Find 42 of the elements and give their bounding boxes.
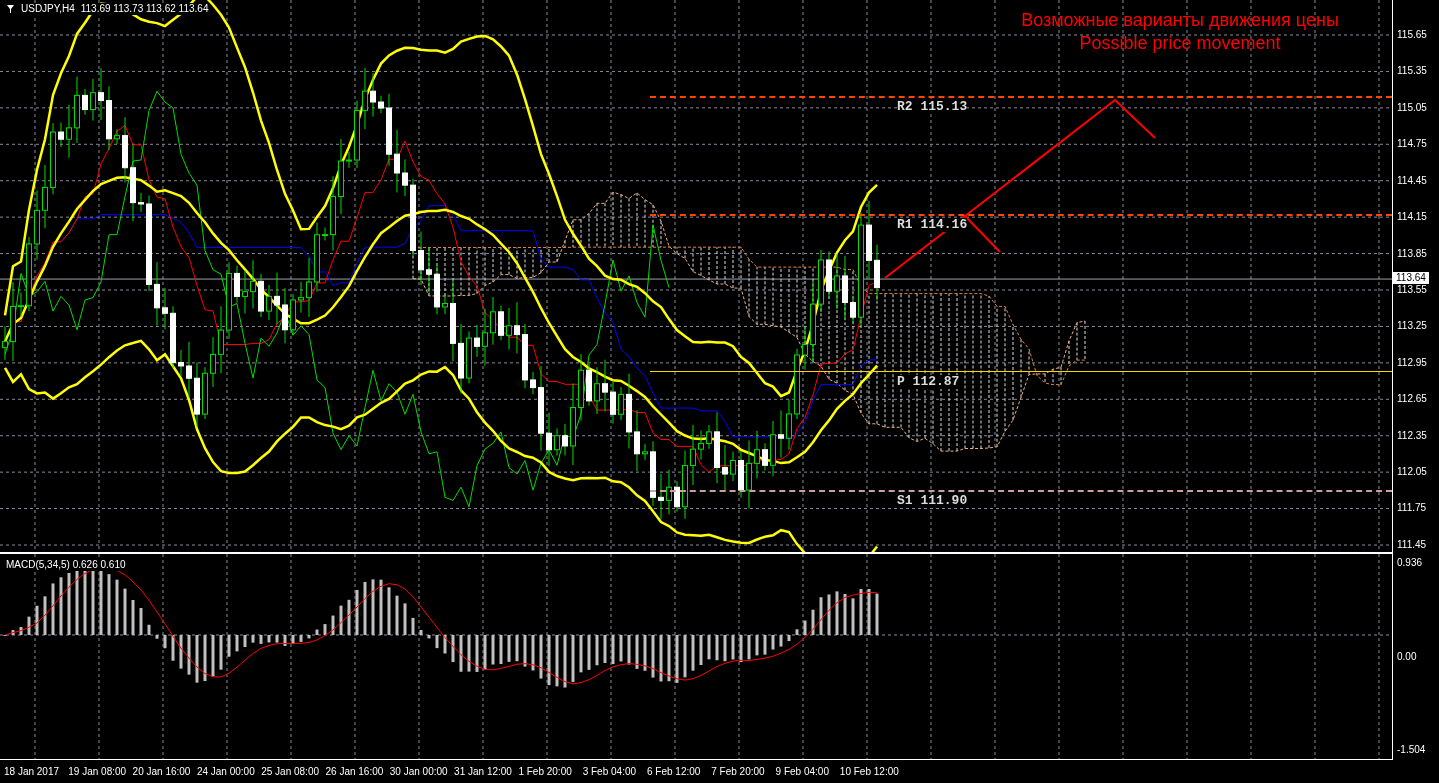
price-label: 112.05	[1397, 466, 1428, 479]
time-label: 7 Feb 20:00	[711, 766, 766, 777]
forecast-title: Возможные варианты движения цены	[1021, 9, 1339, 32]
price-label: 113.25	[1397, 320, 1428, 333]
time-label: 20 Jan 16:00	[132, 766, 192, 777]
price-label: 114.75	[1397, 138, 1428, 151]
time-label: 24 Jan 00:00	[196, 766, 256, 777]
time-label: 18 Jan 2017	[4, 766, 61, 777]
time-label: 30 Jan 00:00	[389, 766, 449, 777]
price-label: 111.75	[1397, 502, 1428, 515]
time-label: 10 Feb 12:00	[839, 766, 900, 777]
price-label: 111.45	[1397, 538, 1428, 551]
price-label: 114.15	[1397, 211, 1428, 224]
price-label: 112.95	[1397, 356, 1428, 369]
symbol-label: USDJPY,H4	[21, 3, 75, 15]
price-label: 115.05	[1397, 101, 1428, 114]
price-label: 115.65	[1397, 29, 1428, 41]
time-label: 25 Jan 08:00	[261, 766, 320, 777]
time-label: 26 Jan 16:00	[325, 766, 385, 777]
macd-axis-label: 0.00	[1397, 650, 1418, 663]
price-label: 112.35	[1397, 429, 1428, 442]
level-label: R2 115.13	[897, 100, 968, 114]
price-label: 114.45	[1397, 174, 1428, 187]
price-label: 113.55	[1397, 283, 1428, 296]
price-label: 112.65	[1397, 393, 1428, 406]
macd-axis-label: -1.504	[1397, 744, 1427, 756]
current-price-label: 113.64	[1393, 272, 1429, 284]
time-label: 1 Feb 20:00	[518, 766, 573, 777]
time-label: 19 Jan 08:00	[68, 766, 128, 777]
ohlc-values: 113.69 113.73 113.62 113.64	[80, 3, 209, 15]
level-label: S1 111.90	[897, 494, 968, 508]
level-label: R1 114.16	[897, 218, 968, 232]
time-label: 9 Feb 04:00	[775, 766, 830, 777]
time-label: 3 Feb 04:00	[582, 766, 638, 777]
time-label: 31 Jan 12:00	[454, 766, 513, 777]
level-label: P 112.87	[897, 375, 960, 389]
macd-axis-label: 0.936	[1397, 557, 1424, 569]
time-label: 6 Feb 12:00	[646, 766, 702, 777]
macd-label: MACD(5,34,5) 0.626 0.610	[6, 559, 126, 571]
price-label: 113.85	[1397, 247, 1428, 260]
forecast-title: Possible price movement	[1079, 32, 1281, 55]
price-label: 115.35	[1397, 65, 1428, 78]
